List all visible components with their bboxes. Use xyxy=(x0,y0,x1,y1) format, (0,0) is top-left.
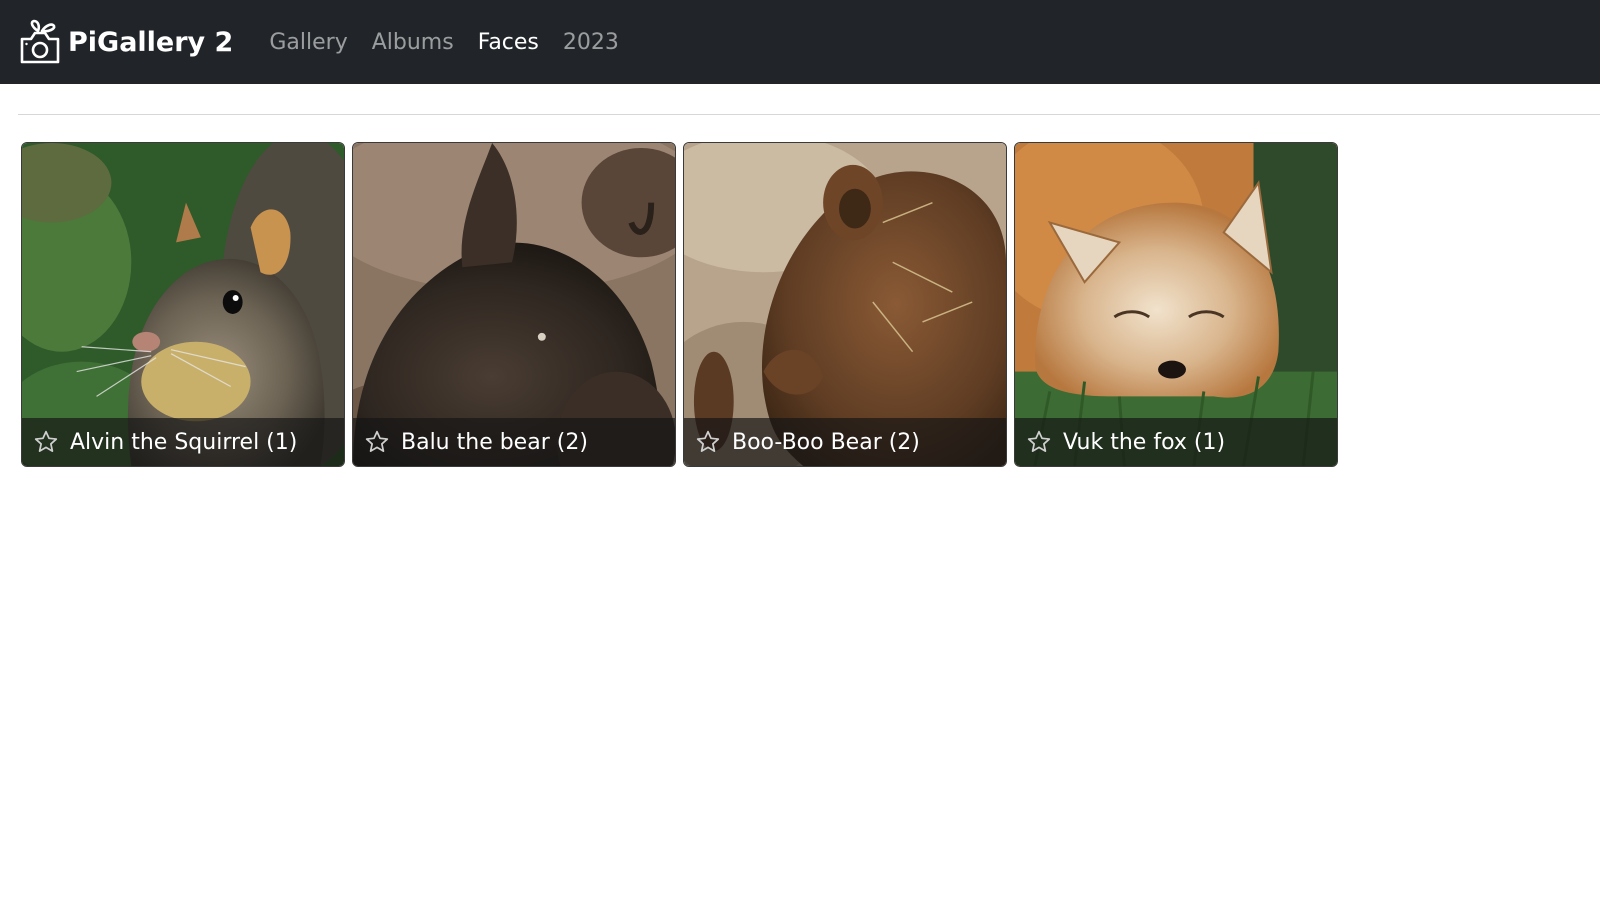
face-name: Alvin the Squirrel (1) xyxy=(70,429,298,455)
star-outline-icon[interactable] xyxy=(1025,428,1053,456)
faces-grid: Alvin the Squirrel (1) Balu the bear (2)… xyxy=(21,142,1338,467)
face-card[interactable]: Alvin the Squirrel (1) xyxy=(21,142,345,467)
face-card[interactable]: Balu the bear (2) xyxy=(352,142,676,467)
nav-link-2023[interactable]: 2023 xyxy=(563,30,619,55)
star-outline-icon[interactable] xyxy=(32,428,60,456)
face-caption: Balu the bear (2) xyxy=(353,418,675,466)
face-caption: Vuk the fox (1) xyxy=(1015,418,1337,466)
top-navbar: PiGallery 2 Gallery Albums Faces 2023 xyxy=(0,0,1600,84)
star-outline-icon[interactable] xyxy=(694,428,722,456)
camera-icon xyxy=(18,19,62,65)
face-name: Boo-Boo Bear (2) xyxy=(732,429,920,455)
app-title: PiGallery 2 xyxy=(68,26,234,58)
face-name: Balu the bear (2) xyxy=(401,429,588,455)
face-name: Vuk the fox (1) xyxy=(1063,429,1226,455)
brand-link[interactable]: PiGallery 2 xyxy=(18,19,233,65)
face-card[interactable]: Boo-Boo Bear (2) xyxy=(683,142,1007,467)
nav-link-albums[interactable]: Albums xyxy=(372,30,454,55)
face-caption: Alvin the Squirrel (1) xyxy=(22,418,344,466)
star-outline-icon[interactable] xyxy=(363,428,391,456)
face-caption: Boo-Boo Bear (2) xyxy=(684,418,1006,466)
main-nav: Gallery Albums Faces 2023 xyxy=(269,0,643,84)
face-card[interactable]: Vuk the fox (1) xyxy=(1014,142,1338,467)
nav-link-gallery[interactable]: Gallery xyxy=(269,30,347,55)
content-divider xyxy=(18,114,1600,115)
nav-link-faces[interactable]: Faces xyxy=(478,30,539,55)
